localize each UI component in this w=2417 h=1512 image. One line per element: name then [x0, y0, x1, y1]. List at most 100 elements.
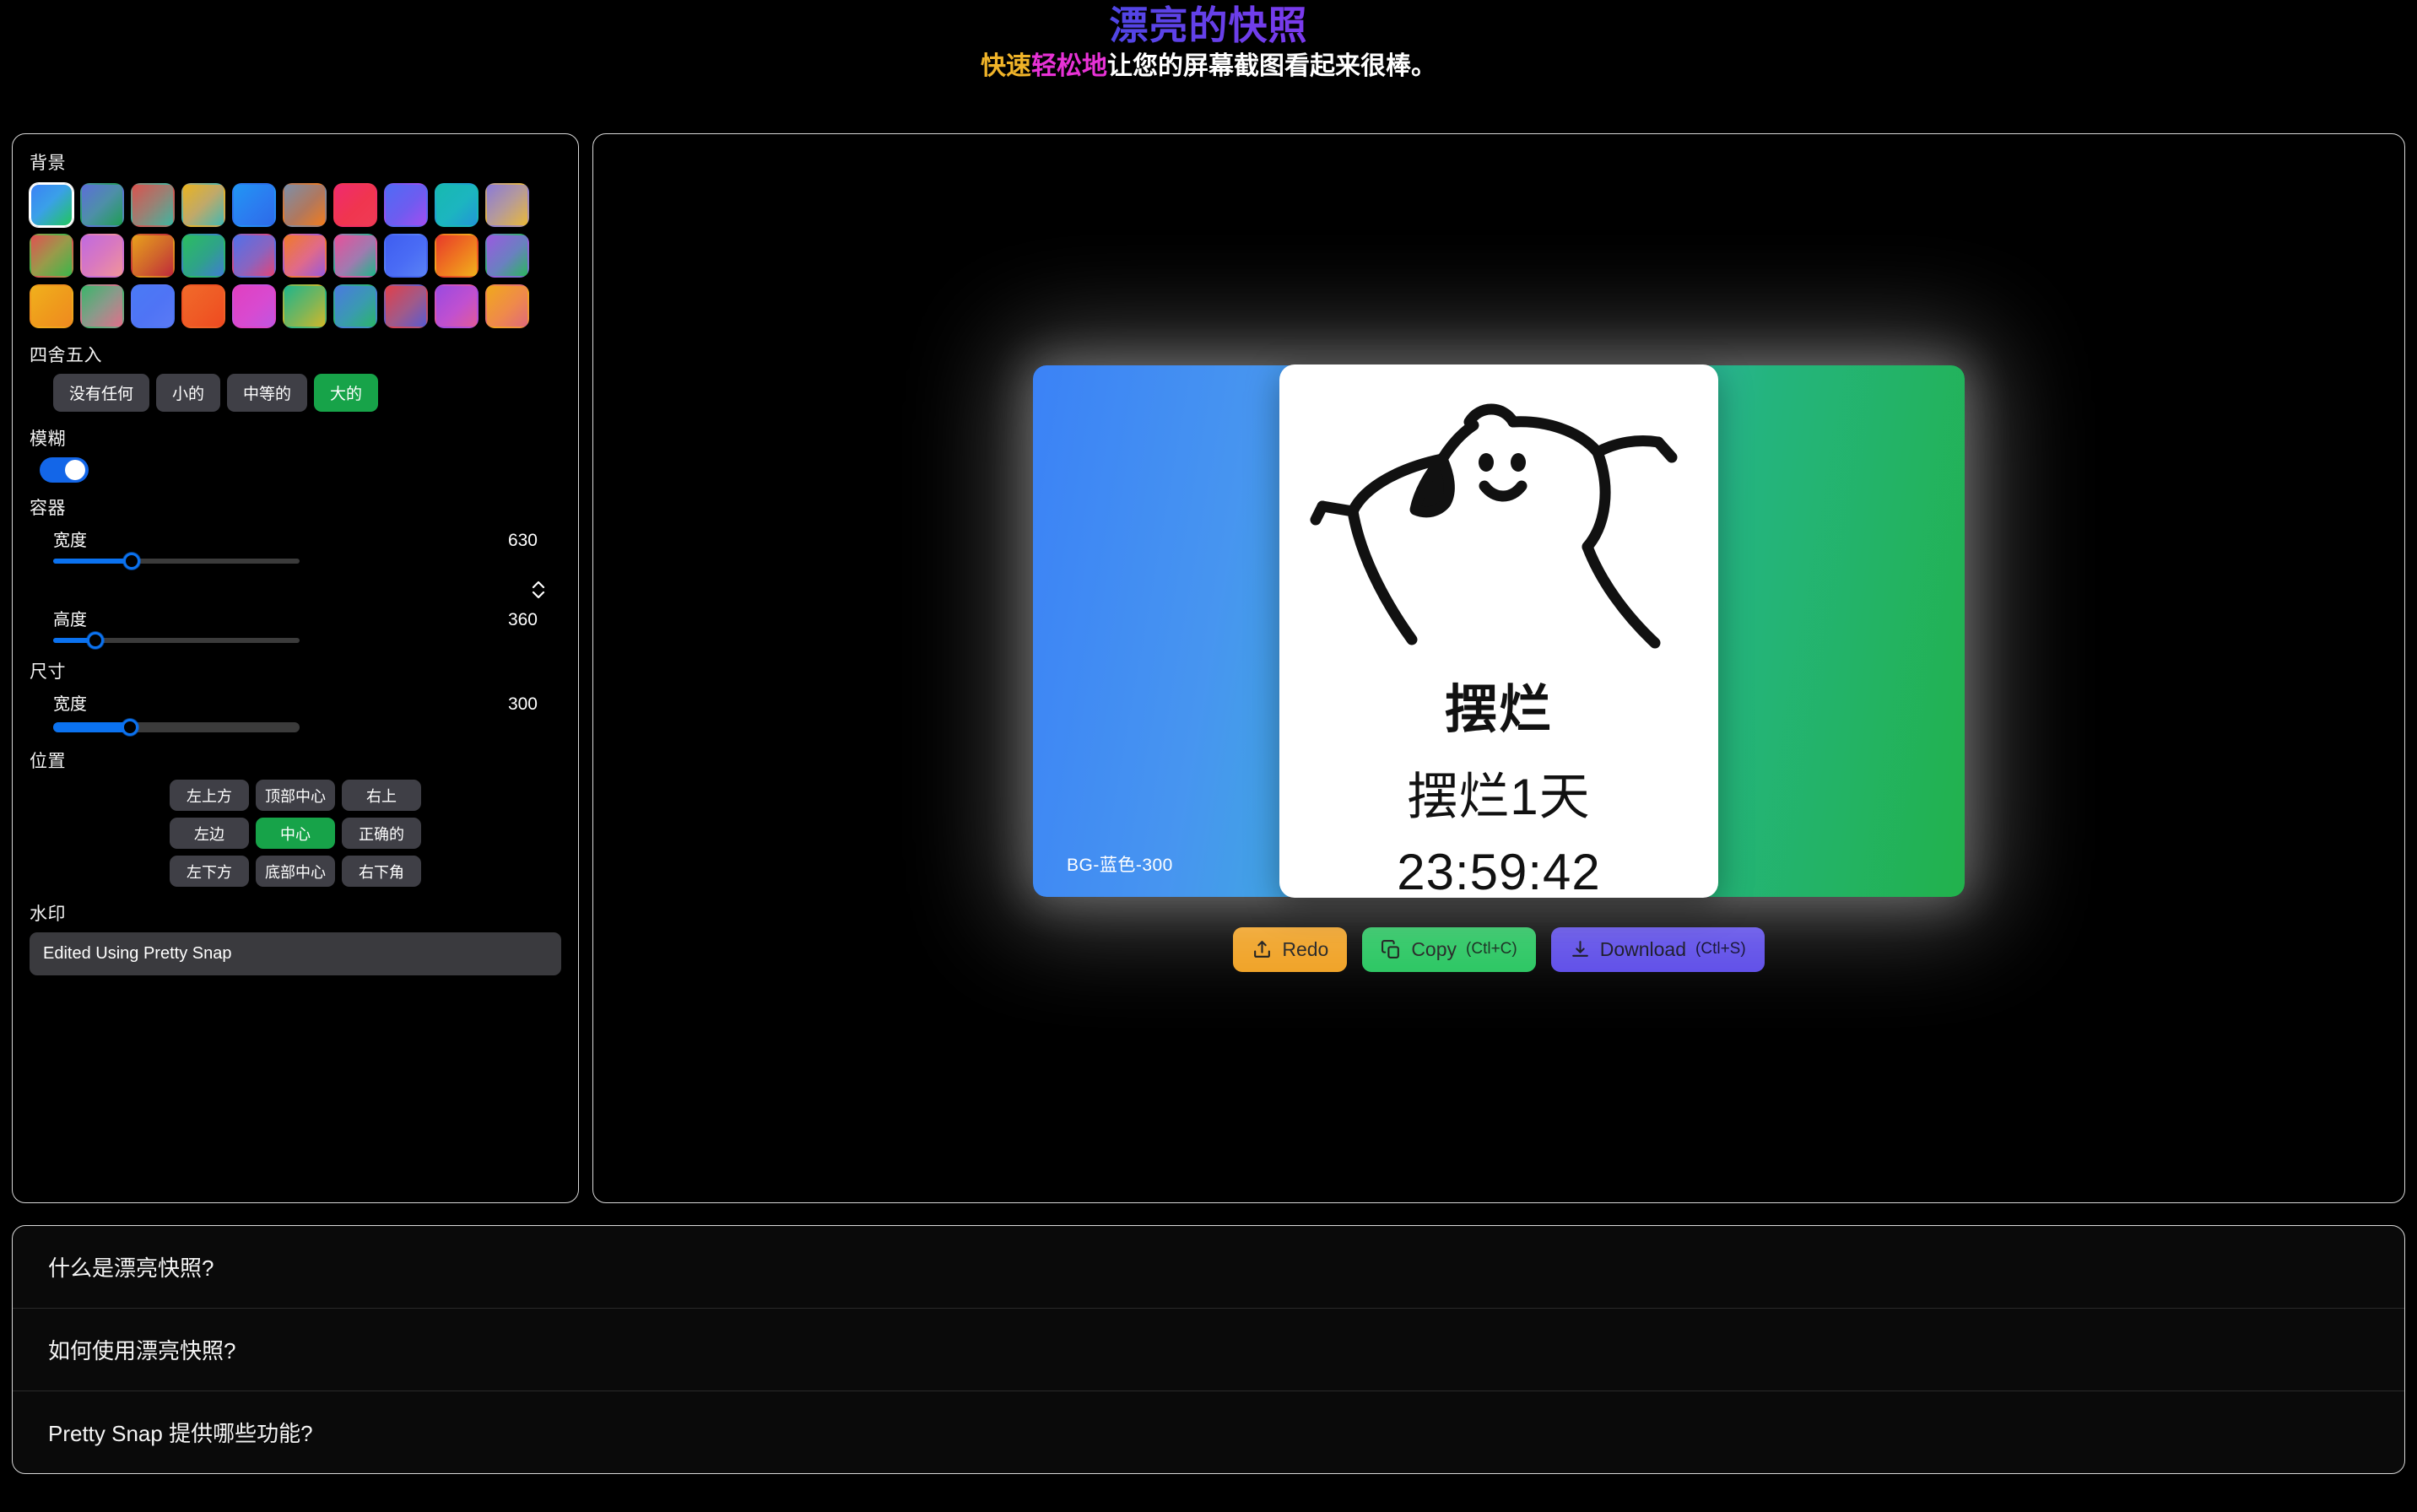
- faq-item[interactable]: Pretty Snap 提供哪些功能?: [13, 1391, 2404, 1473]
- gradient-background[interactable]: 摆烂 摆烂1天 23:59:42 BG-蓝色-300: [1033, 365, 1965, 897]
- page-title: 漂亮的快照: [1110, 3, 1308, 48]
- download-button[interactable]: Download (Ctl+S): [1551, 927, 1765, 972]
- meme-text-middle: 摆烂1天: [1407, 756, 1590, 829]
- background-swatch-amber-crimson[interactable]: [131, 234, 175, 278]
- subtitle-easy: 轻松地: [1031, 52, 1107, 80]
- rounding-option[interactable]: 小的: [156, 374, 220, 412]
- background-swatch-amber-orange[interactable]: [30, 284, 73, 328]
- background-swatch-bright-blue[interactable]: [131, 284, 175, 328]
- background-swatch-pink-red[interactable]: [333, 183, 377, 227]
- blur-toggle[interactable]: [40, 457, 89, 483]
- faq-item[interactable]: 什么是漂亮快照?: [13, 1226, 2404, 1309]
- page-header: 漂亮的快照 快速轻松地让您的屏幕截图看起来很棒。: [0, 0, 2417, 82]
- position-option[interactable]: 正确的: [342, 818, 421, 849]
- position-option[interactable]: 左边: [170, 818, 249, 849]
- position-option[interactable]: 中心: [256, 818, 335, 849]
- size-width-slider-block: 宽度 300: [30, 690, 561, 742]
- rounding-option[interactable]: 中等的: [227, 374, 307, 412]
- watermark-input[interactable]: [30, 932, 561, 975]
- background-swatch-orange-red[interactable]: [181, 284, 225, 328]
- meme-character-icon: [1300, 364, 1697, 665]
- background-swatch-green-rose[interactable]: [80, 284, 124, 328]
- size-width-head: 宽度 300: [53, 690, 561, 715]
- container-width-slider[interactable]: [53, 559, 300, 564]
- container-width-label: 宽度: [53, 526, 87, 551]
- copy-button[interactable]: Copy (Ctl+C): [1362, 927, 1535, 972]
- background-swatch-blue-rose[interactable]: [232, 234, 276, 278]
- rounding-option[interactable]: 没有任何: [53, 374, 149, 412]
- container-width-head: 宽度 630: [53, 526, 561, 551]
- download-label: Download: [1600, 938, 1686, 961]
- background-swatch-purple-pink[interactable]: [435, 284, 479, 328]
- background-swatch-magenta[interactable]: [232, 284, 276, 328]
- subtitle-rest: 让您的屏幕截图看起来很棒。: [1107, 52, 1436, 80]
- background-swatch-green-blue[interactable]: [181, 234, 225, 278]
- background-swatch-blue-violet[interactable]: [384, 183, 428, 227]
- container-height-label: 高度: [53, 606, 87, 630]
- background-swatch-red-green[interactable]: [30, 234, 73, 278]
- background-swatch-indigo-green[interactable]: [80, 183, 124, 227]
- container-width-thumb[interactable]: [123, 553, 140, 570]
- position-option[interactable]: 右下角: [342, 856, 421, 887]
- action-buttons: Redo Copy (Ctl+C) Download: [1233, 927, 1764, 972]
- container-width-fill: [53, 559, 132, 564]
- size-width-thumb[interactable]: [122, 719, 138, 736]
- blur-section-label: 模糊: [30, 425, 561, 451]
- position-option[interactable]: 顶部中心: [256, 780, 335, 811]
- swatch-row: [30, 183, 561, 227]
- container-height-slider[interactable]: [53, 638, 300, 643]
- background-swatch-blue-green[interactable]: [30, 183, 73, 227]
- size-width-fill: [53, 722, 130, 732]
- rounding-section-label: 四舍五入: [30, 342, 561, 367]
- controls-sidebar: 背景 四舍五入 没有任何小的中等的大的 模糊 容器 宽度 630: [12, 133, 579, 1203]
- background-swatch-violet-amber[interactable]: [485, 183, 529, 227]
- size-section-label: 尺寸: [30, 658, 561, 683]
- redo-label: Redo: [1282, 938, 1328, 961]
- background-swatch-purple-green[interactable]: [485, 234, 529, 278]
- size-width-label: 宽度: [53, 690, 87, 715]
- meme-text-top: 摆烂: [1445, 667, 1553, 742]
- position-option[interactable]: 左下方: [170, 856, 249, 887]
- copy-icon: [1381, 939, 1402, 960]
- position-option[interactable]: 左上方: [170, 780, 249, 811]
- background-swatch-pink-teal[interactable]: [333, 234, 377, 278]
- position-section-label: 位置: [30, 748, 561, 773]
- faq-item[interactable]: 如何使用漂亮快照?: [13, 1309, 2404, 1391]
- watermark-section-label: 水印: [30, 900, 561, 926]
- background-swatch-violet-pink[interactable]: [80, 234, 124, 278]
- background-swatch-sky-blue[interactable]: [232, 183, 276, 227]
- upload-icon: [1252, 939, 1273, 960]
- container-width-slider-block: 宽度 630: [30, 526, 561, 574]
- container-height-head: 高度 360: [53, 606, 561, 630]
- preview-panel: 摆烂 摆烂1天 23:59:42 BG-蓝色-300 Redo: [592, 133, 2405, 1203]
- screenshot-card[interactable]: 摆烂 摆烂1天 23:59:42: [1279, 364, 1718, 898]
- background-swatch-red-teal[interactable]: [131, 183, 175, 227]
- position-option[interactable]: 底部中心: [256, 856, 335, 887]
- rounding-option[interactable]: 大的: [314, 374, 378, 412]
- chevron-updown-icon[interactable]: [529, 577, 548, 602]
- download-shortcut: (Ctl+S): [1695, 940, 1746, 958]
- redo-button[interactable]: Redo: [1233, 927, 1347, 972]
- background-swatch-orange-violet[interactable]: [283, 234, 327, 278]
- size-width-value: 300: [508, 694, 538, 715]
- background-section-label: 背景: [30, 149, 561, 175]
- background-swatch-teal-lime[interactable]: [283, 284, 327, 328]
- background-swatch-red-amber[interactable]: [435, 234, 479, 278]
- position-grid: 左上方顶部中心右上左边中心正确的左下方底部中心右下角: [30, 780, 561, 887]
- container-height-thumb[interactable]: [87, 632, 104, 649]
- background-swatch-royal-blue[interactable]: [384, 234, 428, 278]
- copy-label: Copy: [1411, 938, 1457, 961]
- link-dimensions-control[interactable]: [30, 577, 561, 602]
- canvas-area: 摆烂 摆烂1天 23:59:42 BG-蓝色-300 Redo: [593, 134, 2404, 1202]
- background-swatch-slate-orange[interactable]: [283, 183, 327, 227]
- background-swatch-blue-teal[interactable]: [333, 284, 377, 328]
- swatch-row: [30, 234, 561, 278]
- background-swatch-amber-teal[interactable]: [181, 183, 225, 227]
- watermark-overlay: BG-蓝色-300: [1067, 851, 1173, 877]
- faq-section: 什么是漂亮快照?如何使用漂亮快照?Pretty Snap 提供哪些功能?: [12, 1225, 2405, 1474]
- background-swatch-amber-rose[interactable]: [485, 284, 529, 328]
- background-swatch-crimson-indigo[interactable]: [384, 284, 428, 328]
- position-option[interactable]: 右上: [342, 780, 421, 811]
- background-swatch-teal-cyan[interactable]: [435, 183, 479, 227]
- size-width-slider[interactable]: [53, 722, 300, 732]
